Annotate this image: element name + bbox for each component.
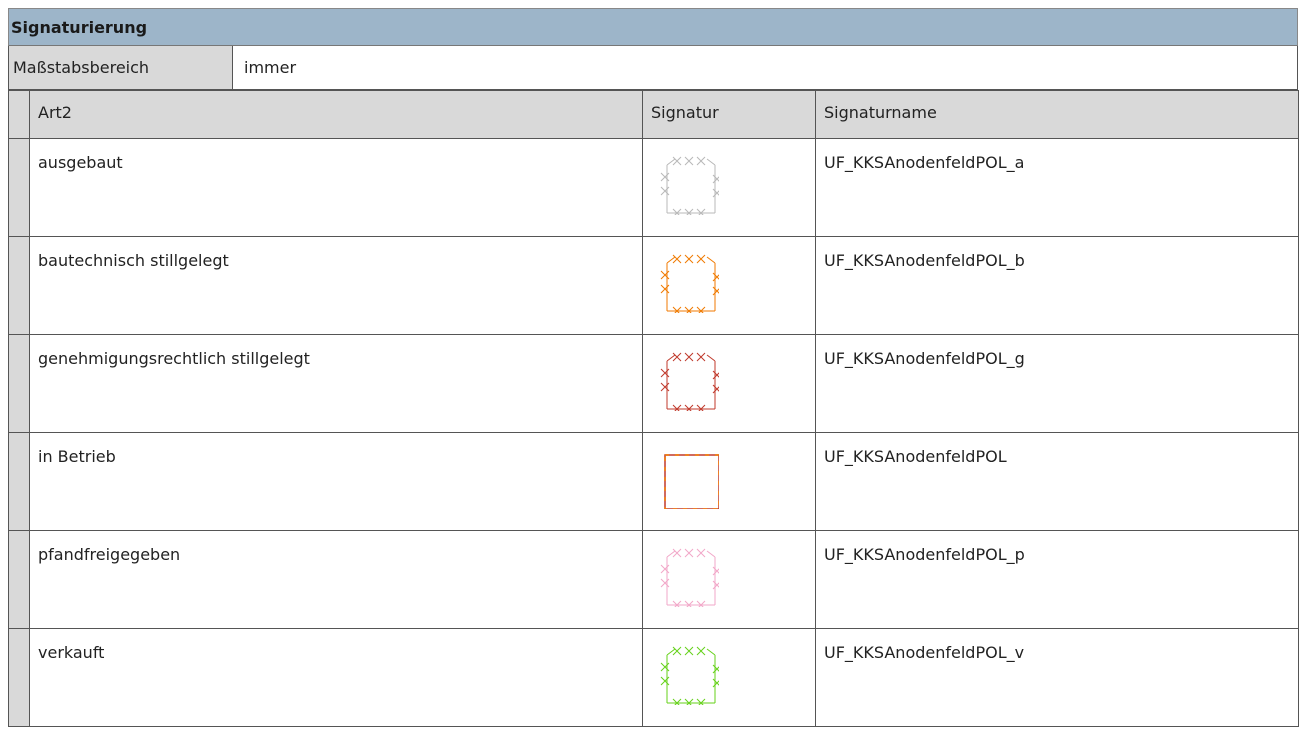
- signaturname-text: UF_KKSAnodenfeldPOL: [824, 447, 1007, 466]
- cell-signatur: [642, 432, 816, 531]
- cell-signatur: [642, 530, 816, 629]
- row-selector[interactable]: [8, 628, 30, 727]
- signature-symbol-icon: [660, 352, 719, 411]
- table-header-row: Art2 Signatur Signaturname: [8, 90, 1299, 139]
- panel-title-bar: Signaturierung: [8, 8, 1298, 46]
- cell-signatur: [642, 628, 816, 727]
- signaturname-text: UF_KKSAnodenfeldPOL_a: [824, 153, 1025, 172]
- art-text: genehmigungsrechtlich stillgelegt: [38, 349, 310, 368]
- cell-signatur: [642, 138, 816, 237]
- table-row[interactable]: ausgebaut UF_KKSAnodenfeldPOL_a: [8, 138, 1299, 237]
- cell-signaturname: UF_KKSAnodenfeldPOL_b: [815, 236, 1299, 335]
- art-text: pfandfreigegeben: [38, 545, 181, 564]
- scale-range-label: Maßstabsbereich: [13, 58, 150, 77]
- cell-art: verkauft: [29, 628, 643, 727]
- row-selector[interactable]: [8, 334, 30, 433]
- signature-symbol-icon: [664, 454, 719, 509]
- column-header-signatur: Signatur: [642, 90, 816, 139]
- signaturname-text: UF_KKSAnodenfeldPOL_g: [824, 349, 1025, 368]
- signature-symbol-icon: [660, 646, 719, 705]
- table-row[interactable]: verkauft UF_KKSAnodenfeldPOL_v: [8, 628, 1299, 727]
- table-row[interactable]: genehmigungsrechtlich stillgelegt UF_KKSA…: [8, 334, 1299, 433]
- row-selector[interactable]: [8, 530, 30, 629]
- cell-art: in Betrieb: [29, 432, 643, 531]
- header-gutter: [8, 90, 30, 139]
- signaturname-text: UF_KKSAnodenfeldPOL_v: [824, 643, 1025, 662]
- cell-signatur: [642, 334, 816, 433]
- cell-signaturname: UF_KKSAnodenfeldPOL_g: [815, 334, 1299, 433]
- cell-art: genehmigungsrechtlich stillgelegt: [29, 334, 643, 433]
- row-selector[interactable]: [8, 432, 30, 531]
- signature-table: Art2 Signatur Signaturname ausgebaut UF_K…: [8, 90, 1299, 727]
- signature-symbol-icon: [660, 156, 719, 215]
- cell-signaturname: UF_KKSAnodenfeldPOL: [815, 432, 1299, 531]
- panel-title: Signaturierung: [11, 18, 148, 37]
- signature-symbol-icon: [660, 254, 719, 313]
- cell-signaturname: UF_KKSAnodenfeldPOL_v: [815, 628, 1299, 727]
- cell-signaturname: UF_KKSAnodenfeldPOL_p: [815, 530, 1299, 629]
- art-text: ausgebaut: [38, 153, 123, 172]
- signature-panel: Signaturierung Maßstabsbereich immer Art…: [8, 8, 1300, 744]
- column-header-art: Art2: [29, 90, 643, 139]
- row-selector[interactable]: [8, 138, 30, 237]
- scale-range-label-cell: Maßstabsbereich: [9, 46, 233, 89]
- signaturname-text: UF_KKSAnodenfeldPOL_p: [824, 545, 1025, 564]
- scale-range-row: Maßstabsbereich immer: [8, 46, 1298, 90]
- table-row[interactable]: in Betrieb UF_KKSAnodenfeldPOL: [8, 432, 1299, 531]
- cell-art: bautechnisch stillgelegt: [29, 236, 643, 335]
- signaturname-text: UF_KKSAnodenfeldPOL_b: [824, 251, 1025, 270]
- art-text: verkauft: [38, 643, 105, 662]
- art-text: bautechnisch stillgelegt: [38, 251, 229, 270]
- cell-signatur: [642, 236, 816, 335]
- cell-art: ausgebaut: [29, 138, 643, 237]
- table-row[interactable]: pfandfreigegeben UF_KKSAnodenfeldPOL_p: [8, 530, 1299, 629]
- cell-signaturname: UF_KKSAnodenfeldPOL_a: [815, 138, 1299, 237]
- column-header-name: Signaturname: [815, 90, 1299, 139]
- art-text: in Betrieb: [38, 447, 116, 466]
- signature-symbol-icon: [660, 548, 719, 607]
- row-selector[interactable]: [8, 236, 30, 335]
- cell-art: pfandfreigegeben: [29, 530, 643, 629]
- scale-range-value: immer: [244, 58, 297, 77]
- table-row[interactable]: bautechnisch stillgelegt UF_KKSAnodenfeld…: [8, 236, 1299, 335]
